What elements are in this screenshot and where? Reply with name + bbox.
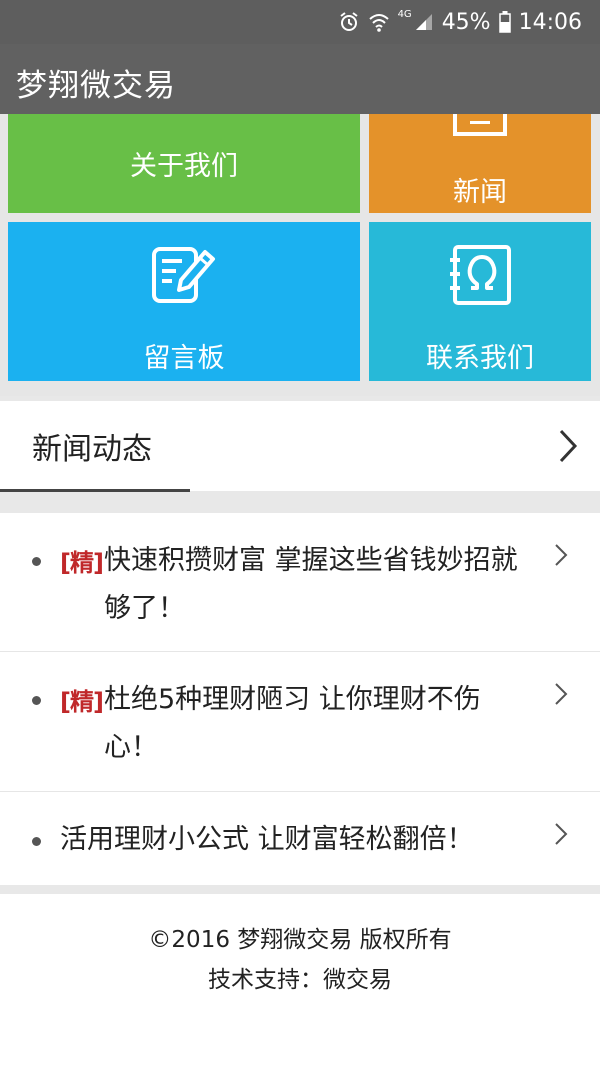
- contact-card-icon: [447, 244, 513, 310]
- battery-percent: 45%: [441, 9, 491, 35]
- copyright-text: ©2016 梦翔微交易 版权所有: [148, 927, 452, 953]
- bullet: [32, 696, 41, 705]
- signal-icon: [414, 12, 434, 32]
- news-section-header[interactable]: 新闻动态: [0, 401, 600, 492]
- tile-about-us[interactable]: 关于我们: [8, 114, 360, 213]
- status-bar: 4G 45% 14:06: [0, 0, 600, 44]
- chevron-right-icon: [554, 822, 568, 850]
- tech-support-text: 技术支持：微交易: [208, 967, 392, 993]
- bullet: [32, 557, 41, 566]
- bullet: [32, 837, 41, 846]
- list-item[interactable]: 活用理财小公式 让财富轻松翻倍！: [0, 792, 600, 884]
- news-list: [精] 快速积攒财富 掌握这些省钱妙招就够了！ [精] 杜绝5种理财陋习 让你理…: [0, 513, 600, 885]
- tile-message-board[interactable]: 留言板: [8, 222, 360, 381]
- chevron-right-icon: [554, 543, 568, 571]
- tile-news-label: 新闻: [453, 177, 507, 208]
- edit-note-icon: [151, 244, 217, 310]
- network-type: 4G: [397, 8, 412, 20]
- tile-news[interactable]: 新闻: [369, 114, 591, 213]
- document-icon: [452, 114, 508, 140]
- list-item[interactable]: [精] 快速积攒财富 掌握这些省钱妙招就够了！: [0, 513, 600, 652]
- featured-tag: [精]: [60, 549, 104, 577]
- chevron-right-icon: [554, 682, 568, 710]
- news-title: 活用理财小公式 让财富轻松翻倍！: [60, 824, 474, 855]
- battery-icon: [498, 11, 511, 33]
- menu-tiles: 关于我们 新闻 留言板 联系我们: [0, 114, 600, 396]
- clock: 14:06: [518, 9, 582, 35]
- news-title: 快速积攒财富 掌握这些省钱妙招就够了！: [104, 545, 518, 624]
- tile-contact-us-label: 联系我们: [426, 343, 534, 374]
- chevron-right-icon[interactable]: [558, 429, 578, 467]
- footer: ©2016 梦翔微交易 版权所有 技术支持：微交易: [0, 894, 600, 1067]
- news-title: 杜绝5种理财陋习 让你理财不伤心！: [104, 684, 481, 763]
- tile-message-board-label: 留言板: [143, 343, 225, 374]
- tile-about-us-label: 关于我们: [130, 151, 238, 182]
- news-section-title: 新闻动态: [32, 432, 152, 467]
- active-tab-indicator: [0, 489, 190, 492]
- featured-tag: [精]: [60, 688, 104, 716]
- app-title: 梦翔微交易: [16, 68, 176, 104]
- alarm-icon: [338, 11, 360, 33]
- tile-contact-us[interactable]: 联系我们: [369, 222, 591, 381]
- wifi-icon: [368, 11, 390, 33]
- list-item[interactable]: [精] 杜绝5种理财陋习 让你理财不伤心！: [0, 652, 600, 792]
- app-bar: 梦翔微交易: [0, 44, 600, 114]
